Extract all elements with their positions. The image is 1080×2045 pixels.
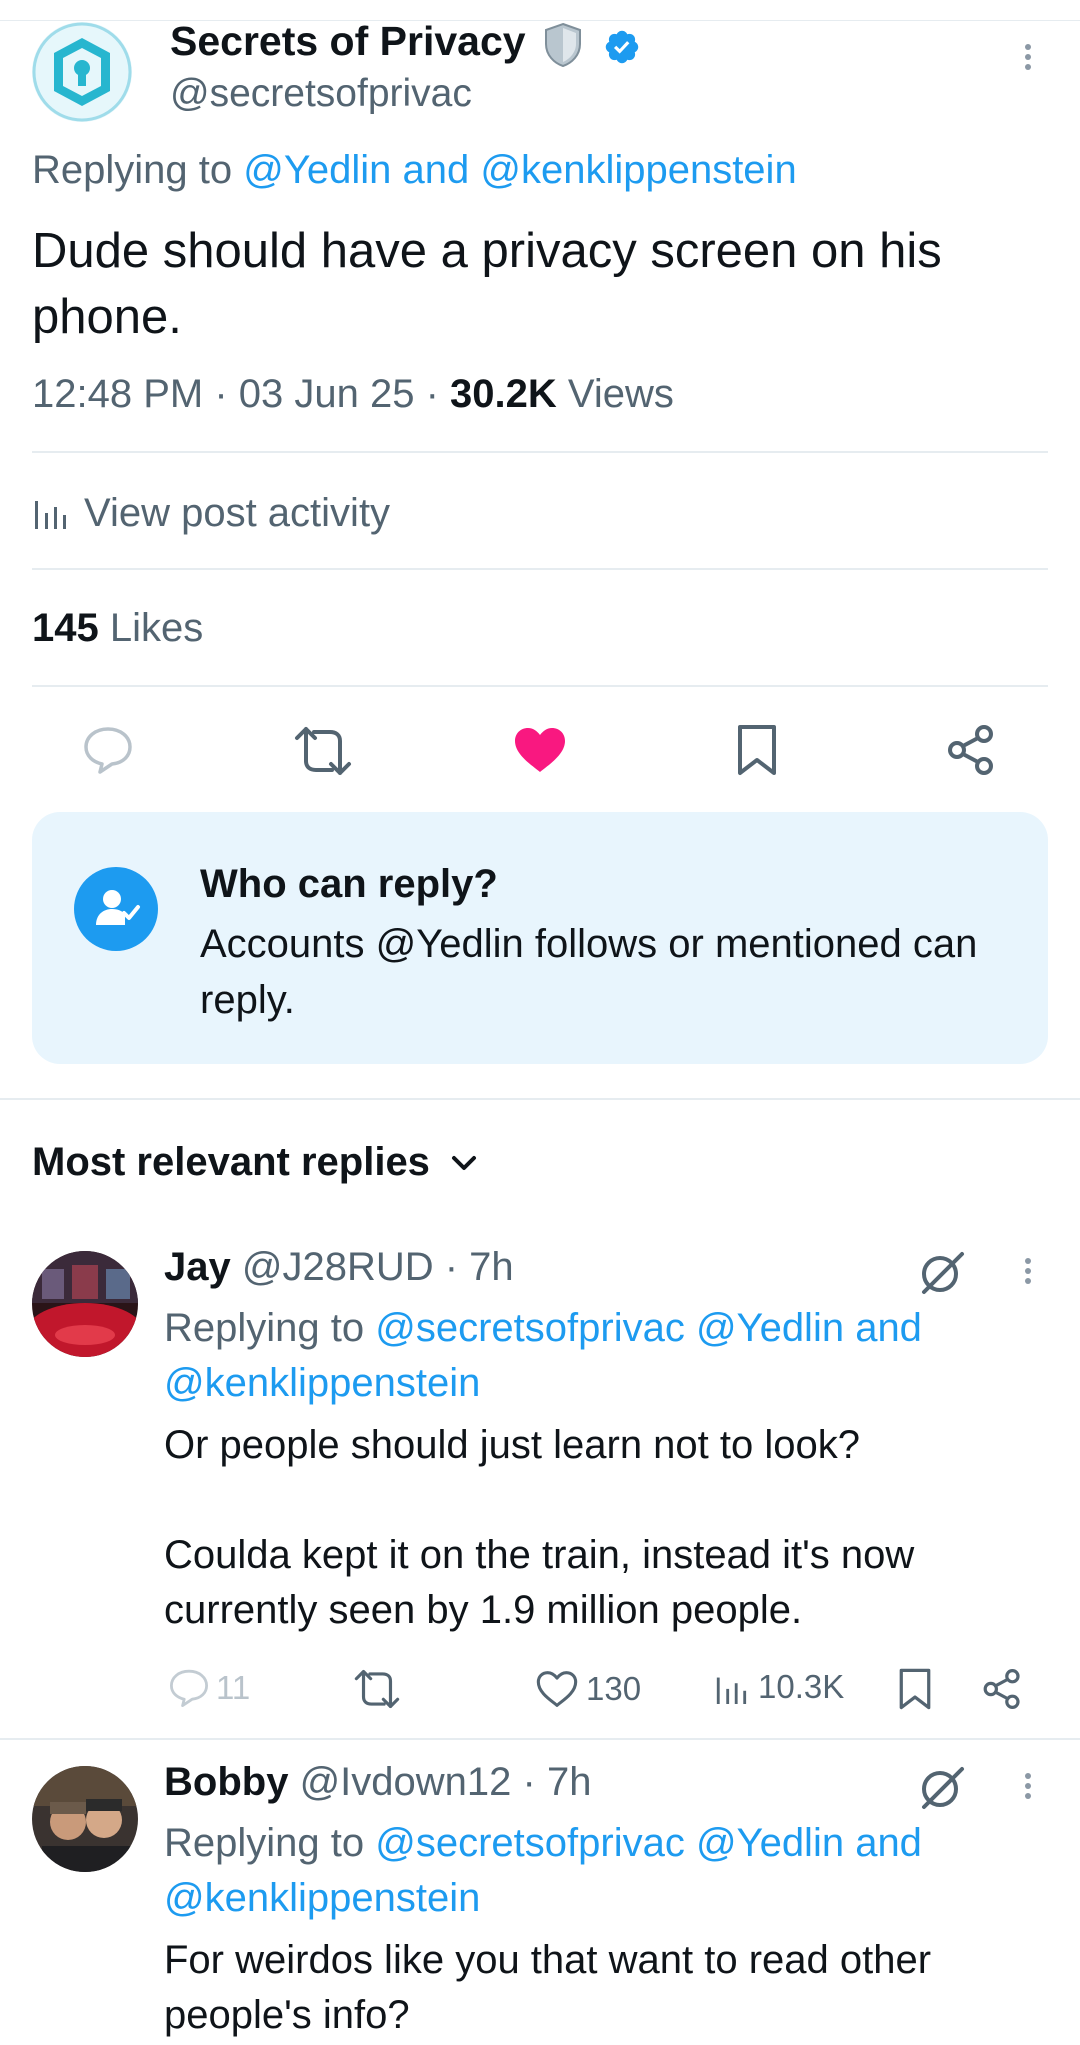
chevron-down-icon: [451, 1155, 476, 1170]
repost-icon: [354, 1669, 400, 1709]
reply-author-name[interactable]: Jay: [164, 1245, 231, 1289]
reply-author-line: Jay @J28RUD · 7h: [164, 1245, 514, 1290]
bookmark-icon: [899, 1668, 931, 1710]
views-count: 30.2K: [450, 372, 557, 416]
divider: [32, 685, 1048, 687]
comment-count: 11: [216, 1669, 251, 1706]
author-handle[interactable]: @secretsofprivac: [170, 72, 472, 116]
post-text: Dude should have a privacy screen on his…: [32, 224, 942, 344]
replying-to-mentions[interactable]: @secretsofprivac @Yedlin and: [375, 1306, 922, 1350]
who-can-reply-icon: [74, 867, 158, 951]
views-count: 10.3K: [758, 1668, 845, 1705]
comment-icon: [84, 727, 132, 774]
replying-to-mentions[interactable]: @kenklippenstein: [164, 1876, 480, 1920]
post-meta: 12:48 PM · 03 Jun 25 · 30.2K Views: [32, 372, 674, 417]
avatar[interactable]: [32, 1766, 138, 1872]
more-options-icon[interactable]: [1018, 40, 1038, 74]
post-timestamp: 12:48 PM · 03 Jun 25 ·: [32, 372, 439, 416]
comment-icon: [169, 1669, 208, 1707]
divider: [32, 568, 1048, 570]
analytics-icon: [35, 501, 66, 529]
reply-views-button[interactable]: 10.3K: [714, 1668, 844, 1706]
share-icon: [983, 1669, 1020, 1709]
reply-more-options-icon[interactable]: [1018, 1254, 1038, 1288]
views-label: Views: [567, 372, 674, 416]
heart-filled-icon: [515, 728, 565, 772]
heart-icon: [536, 1671, 578, 1707]
who-can-reply-title: Who can reply?: [200, 862, 498, 906]
reply-author-handle[interactable]: @J28RUD · 7h: [242, 1245, 514, 1289]
reply-text: Or people should just learn not to look?…: [164, 1418, 1034, 1638]
replying-to-line: Replying to @Yedlin and @kenklippenstein: [32, 148, 797, 193]
reply-author-handle[interactable]: @Ivdown12 · 7h: [300, 1760, 592, 1804]
share-button[interactable]: [946, 724, 996, 776]
top-divider: [0, 20, 1080, 21]
divider: [0, 1738, 1080, 1740]
who-can-reply-body: Accounts @Yedlin follows or mentioned ca…: [200, 922, 978, 1022]
bookmark-icon: [738, 725, 776, 775]
replying-to-mentions[interactable]: @Yedlin and @kenklippenstein: [243, 148, 796, 192]
reply-text-paragraph: Or people should just learn not to look?: [164, 1423, 860, 1467]
like-count: 130: [586, 1670, 642, 1707]
divider: [0, 1098, 1080, 1100]
bookmark-button[interactable]: [736, 724, 778, 776]
replying-prefix: Replying to: [164, 1821, 365, 1865]
likes-count: 145: [32, 606, 99, 650]
analytics-icon: [716, 1677, 747, 1704]
reply-bookmark-button[interactable]: [898, 1668, 932, 1715]
reply-button[interactable]: [82, 725, 134, 775]
likes-label: Likes: [109, 606, 204, 650]
share-icon: [948, 725, 993, 775]
reply-comment-button[interactable]: 11: [168, 1668, 250, 1708]
reply-replying-to: Replying to @secretsofprivac @Yedlin and…: [164, 1301, 1044, 1411]
author-name[interactable]: Secrets of Privacy: [170, 18, 526, 65]
who-can-reply-panel: Who can reply? Accounts @Yedlin follows …: [32, 812, 1048, 1064]
grok-icon[interactable]: [918, 1250, 966, 1301]
shield-emoji-icon: [543, 22, 583, 73]
author-avatar[interactable]: [32, 22, 132, 122]
repost-button[interactable]: [294, 725, 352, 777]
replying-to-mentions[interactable]: @kenklippenstein: [164, 1361, 480, 1405]
reply-more-options-icon[interactable]: [1018, 1769, 1038, 1803]
reply-like-button[interactable]: 130: [536, 1670, 641, 1708]
reply-replying-to: Replying to @secretsofprivac @Yedlin and…: [164, 1816, 1044, 1926]
avatar[interactable]: [32, 1251, 138, 1357]
replying-prefix: Replying to: [164, 1306, 365, 1350]
reply-text: For weirdos like you that want to read o…: [164, 1938, 932, 2037]
reply-share-button[interactable]: [982, 1668, 1022, 1715]
grok-icon[interactable]: [918, 1765, 966, 1816]
replying-to-mentions[interactable]: @secretsofprivac @Yedlin and: [375, 1821, 922, 1865]
reply-author-line: Bobby @Ivdown12 · 7h: [164, 1760, 591, 1805]
reply-repost-button[interactable]: [354, 1668, 400, 1715]
replying-prefix: Replying to: [32, 148, 233, 192]
reply-text-paragraph: Coulda kept it on the train, instead it'…: [164, 1533, 915, 1632]
replies-sort-label: Most relevant replies: [32, 1140, 430, 1184]
verified-badge-icon: [603, 28, 641, 71]
view-post-activity[interactable]: View post activity: [32, 486, 390, 540]
replies-sort-dropdown[interactable]: Most relevant replies: [32, 1140, 480, 1185]
like-button[interactable]: [513, 726, 567, 774]
divider: [32, 451, 1048, 453]
likes-summary[interactable]: 145 Likes: [32, 606, 203, 651]
repost-icon: [295, 727, 351, 775]
reply-author-name[interactable]: Bobby: [164, 1760, 288, 1804]
view-post-activity-label: View post activity: [84, 490, 391, 535]
